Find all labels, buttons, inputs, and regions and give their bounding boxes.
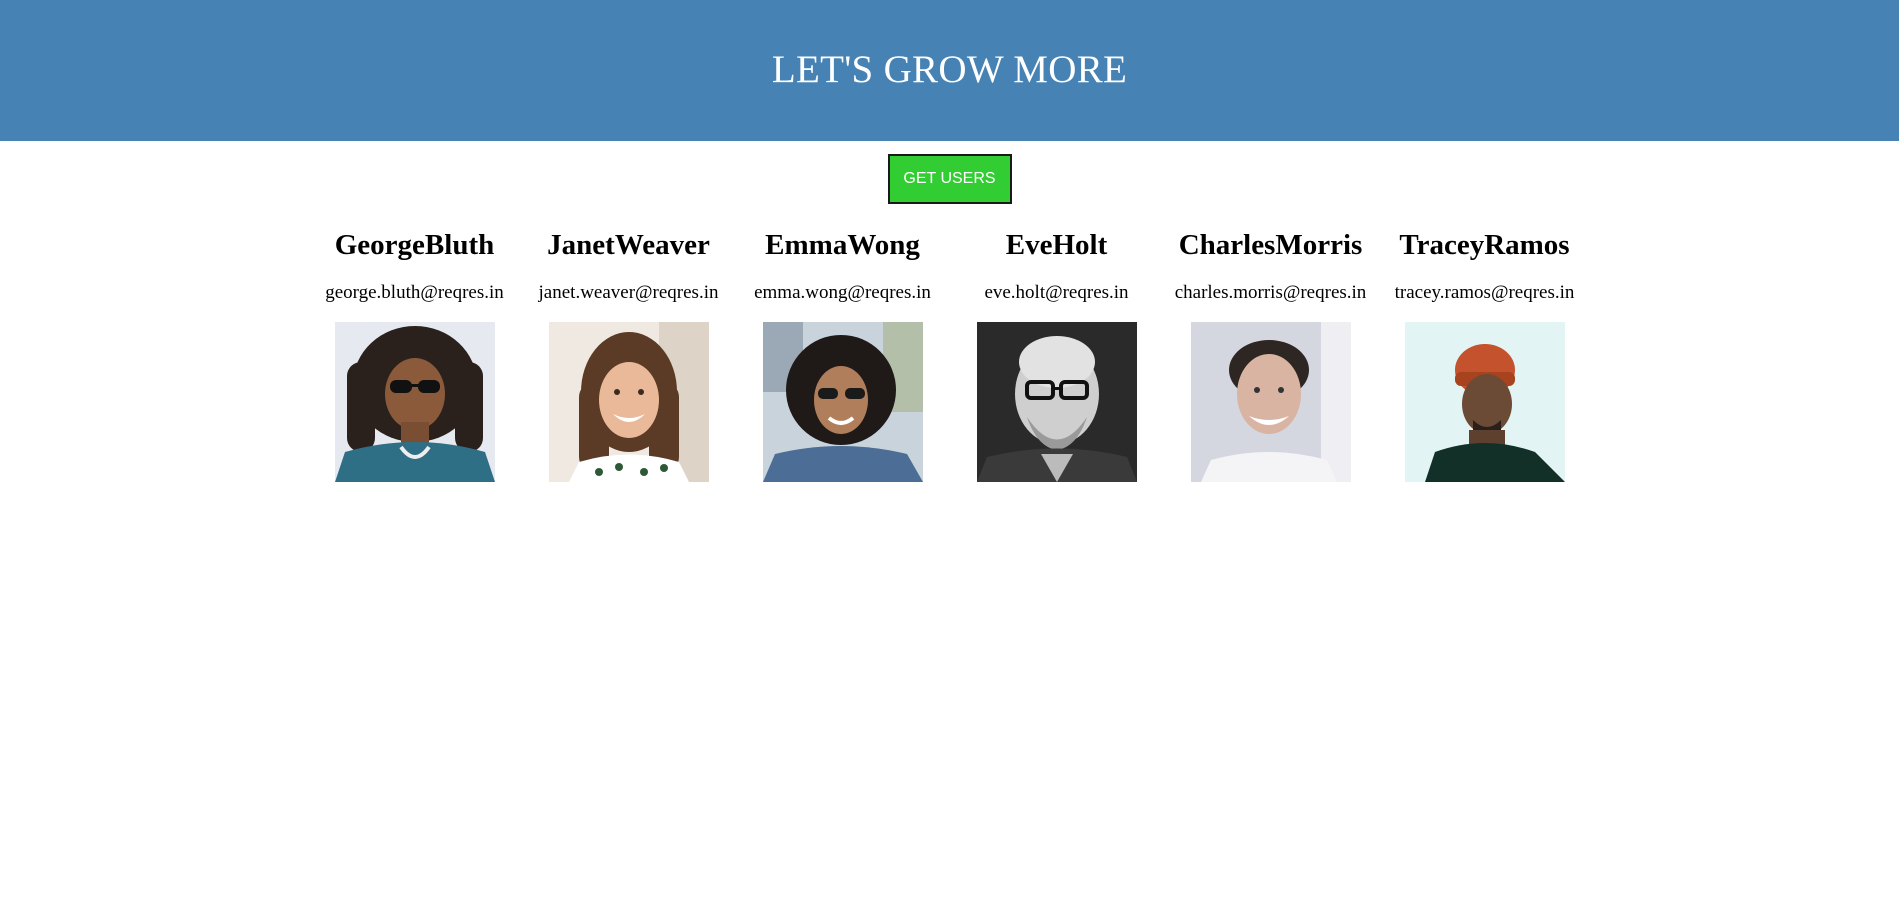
- user-email: george.bluth@reqres.in: [325, 282, 504, 303]
- user-name: JanetWeaver: [547, 229, 710, 261]
- user-name: TraceyRamos: [1399, 229, 1570, 261]
- avatar: [1404, 322, 1565, 482]
- person-photo-icon: [334, 322, 495, 482]
- user-card: CharlesMorris charles.morris@reqres.in: [1164, 216, 1378, 482]
- person-photo-icon: [548, 322, 709, 482]
- actions-bar: GET USERS: [0, 141, 1899, 204]
- user-card: EmmaWong emma.wong@reqres.in: [736, 216, 950, 482]
- user-name: CharlesMorris: [1178, 229, 1363, 261]
- user-email: eve.holt@reqres.in: [984, 282, 1129, 303]
- person-photo-icon: [762, 322, 923, 482]
- person-photo-icon: [1404, 322, 1565, 482]
- user-name: EmmaWong: [765, 229, 920, 261]
- avatar: [1190, 322, 1351, 482]
- avatar: [334, 322, 495, 482]
- user-email: charles.morris@reqres.in: [1174, 282, 1367, 303]
- user-email: janet.weaver@reqres.in: [538, 282, 719, 303]
- page-header: LET'S GROW MORE: [0, 0, 1899, 141]
- get-users-button[interactable]: GET USERS: [887, 154, 1012, 204]
- avatar: [548, 322, 709, 482]
- page-title: LET'S GROW MORE: [771, 48, 1128, 91]
- user-list: GeorgeBluth george.bluth@reqres.in Janet…: [0, 216, 1899, 482]
- user-card: EveHolt eve.holt@reqres.in: [950, 216, 1164, 482]
- user-name: EveHolt: [1005, 229, 1108, 261]
- user-card: TraceyRamos tracey.ramos@reqres.in: [1378, 216, 1592, 482]
- person-photo-icon: [1190, 322, 1351, 482]
- user-name: GeorgeBluth: [334, 229, 495, 261]
- user-card: GeorgeBluth george.bluth@reqres.in: [308, 216, 522, 482]
- avatar: [976, 322, 1137, 482]
- user-card: JanetWeaver janet.weaver@reqres.in: [522, 216, 736, 482]
- avatar: [762, 322, 923, 482]
- person-photo-icon: [976, 322, 1137, 482]
- user-email: emma.wong@reqres.in: [754, 282, 931, 303]
- user-email: tracey.ramos@reqres.in: [1394, 282, 1575, 303]
